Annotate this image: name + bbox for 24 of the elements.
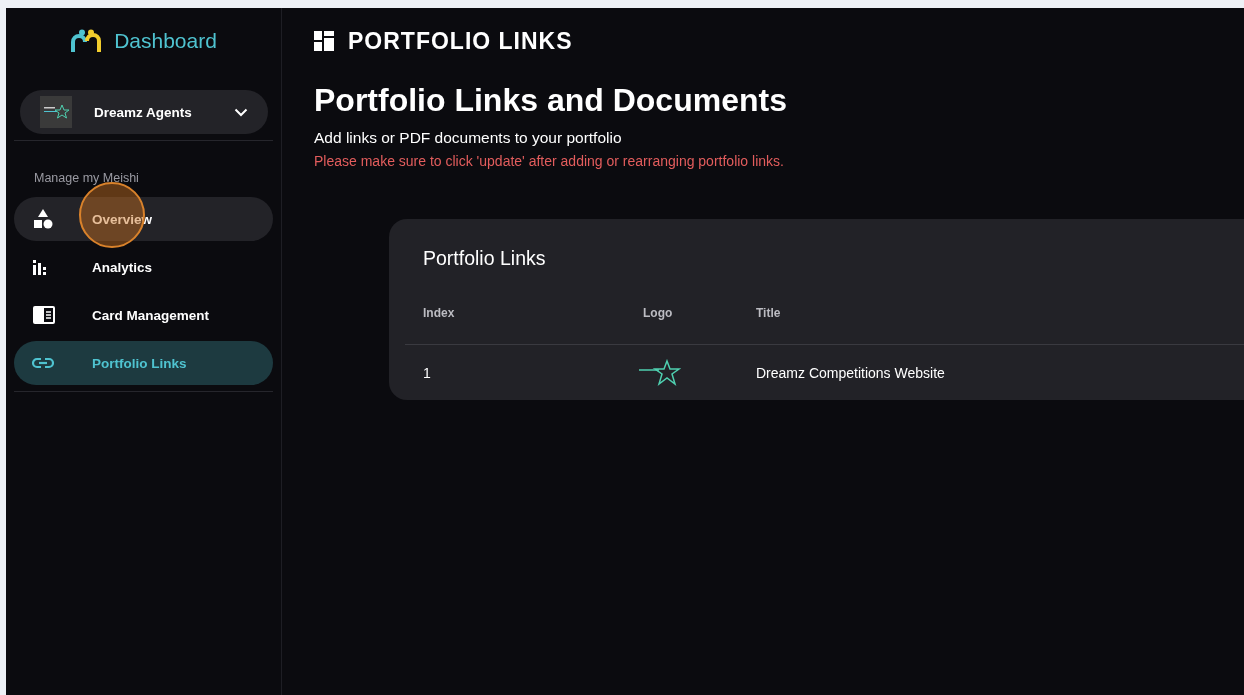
sidebar-item[interactable]: Analytics <box>14 245 273 289</box>
table-cell-text: Dreamz Competitions Website <box>755 363 946 383</box>
star-logo-icon <box>639 358 681 387</box>
dashboard-title: Dashboard <box>114 29 217 53</box>
table-cell-text: 1 <box>422 363 432 383</box>
dashboard-grid-icon <box>314 31 334 51</box>
page-subtitle: Add links or PDF documents to your portfolio <box>314 129 623 147</box>
column-header: Index <box>405 275 625 345</box>
sidebar-item[interactable]: Card Management <box>14 293 273 337</box>
card-icon <box>32 305 56 325</box>
bar-chart-icon <box>32 258 48 276</box>
page-heading: Portfolio Links and Documents <box>314 82 788 119</box>
chevron-down-icon <box>234 107 248 117</box>
section-label: Manage my Meishi <box>34 171 140 185</box>
column-header: Title <box>738 275 1244 345</box>
account-logo <box>40 96 72 128</box>
column-header: Logo <box>625 275 738 345</box>
sidebar-item[interactable]: Portfolio Links <box>14 341 273 385</box>
page-header-title: PORTFOLIO LINKS <box>348 27 573 55</box>
shapes-icon <box>32 208 54 230</box>
account-selector[interactable]: Dreamz Agents <box>20 90 268 134</box>
card-title: Portfolio Links <box>422 246 547 271</box>
warning-message: Please make sure to click 'update' after adding or rearranging portfolio links. <box>314 153 785 169</box>
link-icon <box>32 357 54 369</box>
